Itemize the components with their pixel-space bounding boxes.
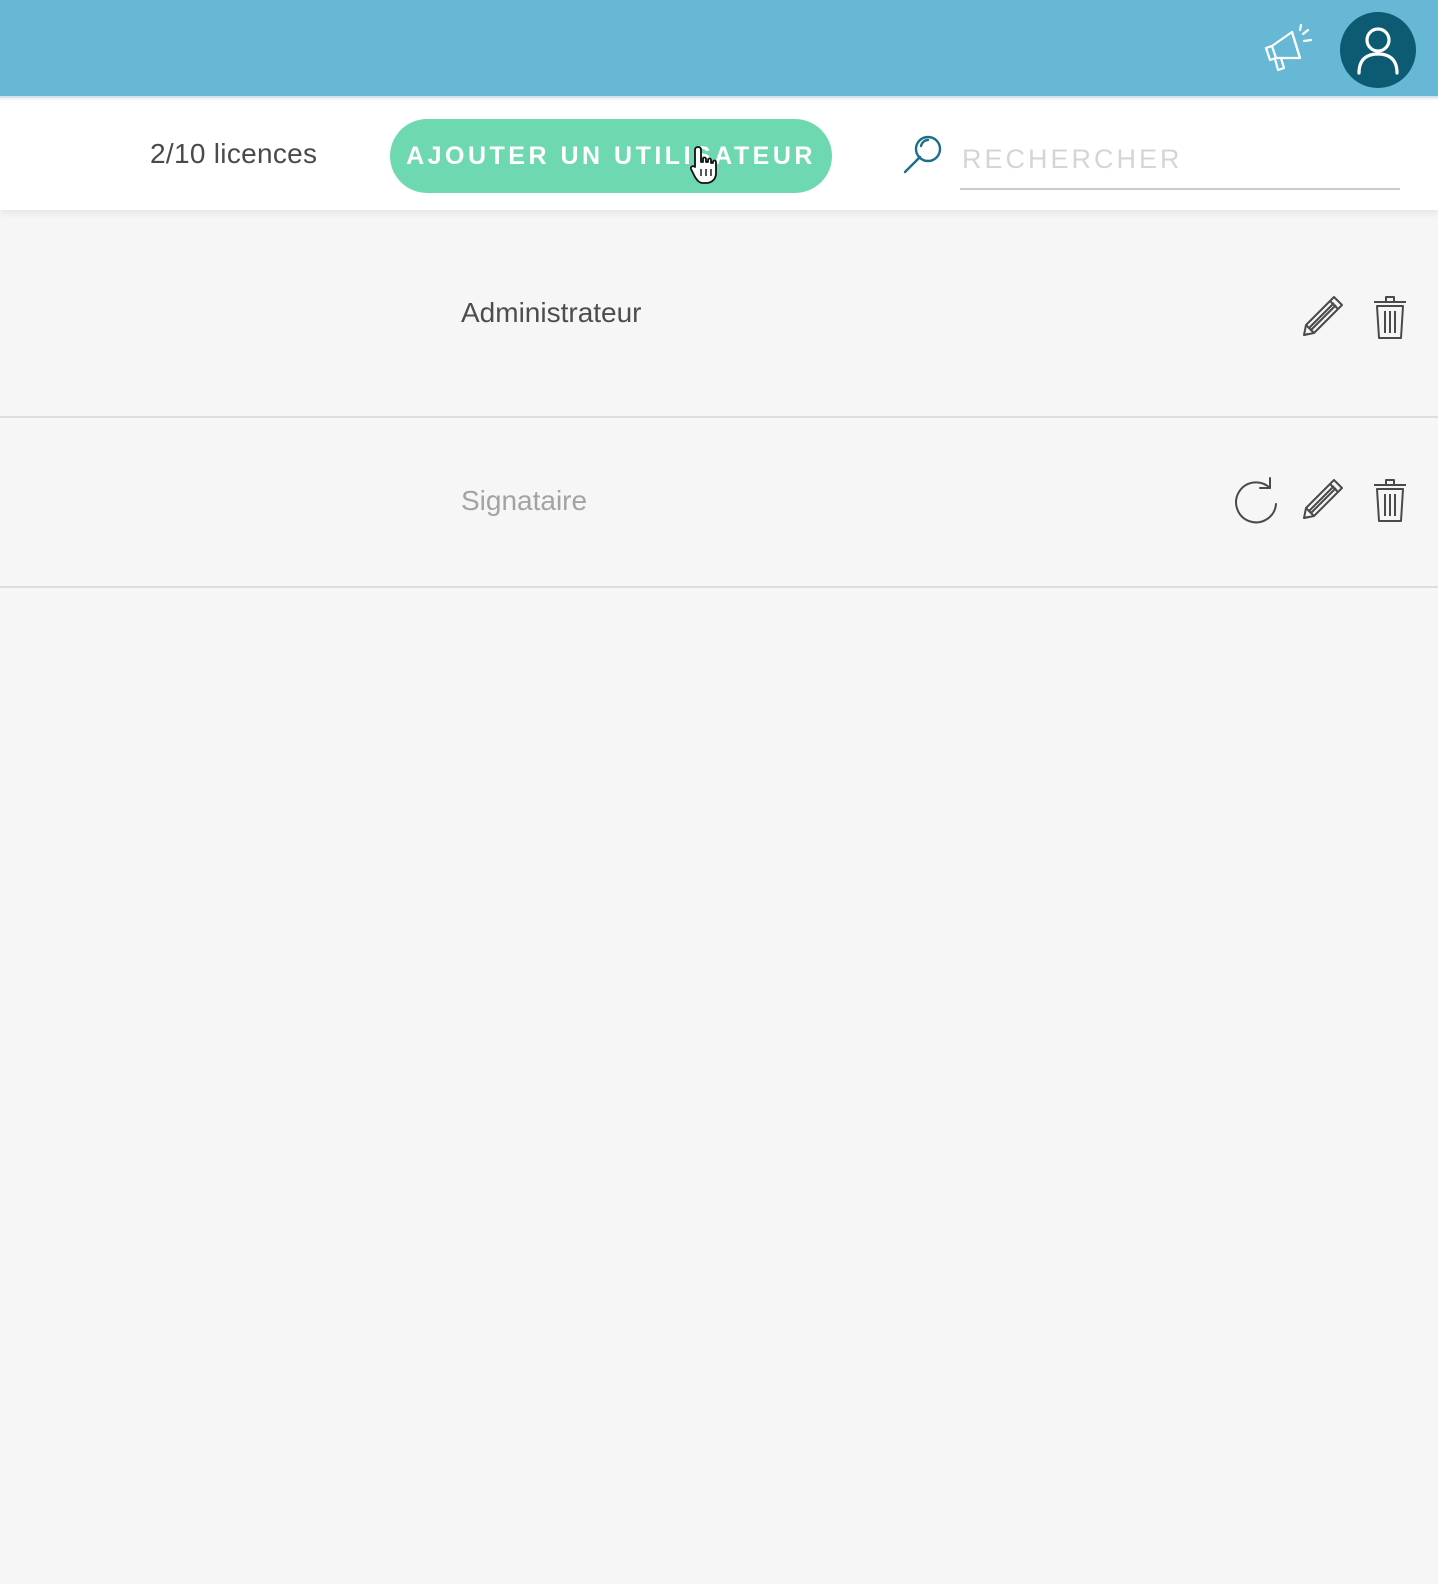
user-role: Signataire <box>461 485 588 516</box>
list-item: Signataire <box>0 418 1438 588</box>
refresh-icon[interactable] <box>1230 474 1282 526</box>
megaphone-icon[interactable] <box>1258 22 1314 78</box>
user-role: Administrateur <box>461 297 642 328</box>
edit-icon[interactable] <box>1296 291 1348 343</box>
user-list: Administrateur Signataire <box>0 215 1438 588</box>
search-icon <box>900 132 946 178</box>
avatar[interactable] <box>1340 12 1416 88</box>
trash-icon[interactable] <box>1364 291 1416 343</box>
add-user-button[interactable]: AJOUTER UN UTILISATEUR <box>390 119 832 193</box>
licence-count: 2/10 licences <box>150 138 318 169</box>
top-bar <box>0 0 1438 98</box>
list-item: Administrateur <box>0 215 1438 418</box>
trash-icon[interactable] <box>1364 474 1416 526</box>
search-input[interactable] <box>960 130 1400 190</box>
toolbar: 2/10 licences AJOUTER UN UTILISATEUR <box>0 100 1438 210</box>
edit-icon[interactable] <box>1296 474 1348 526</box>
user-icon <box>1357 27 1399 75</box>
